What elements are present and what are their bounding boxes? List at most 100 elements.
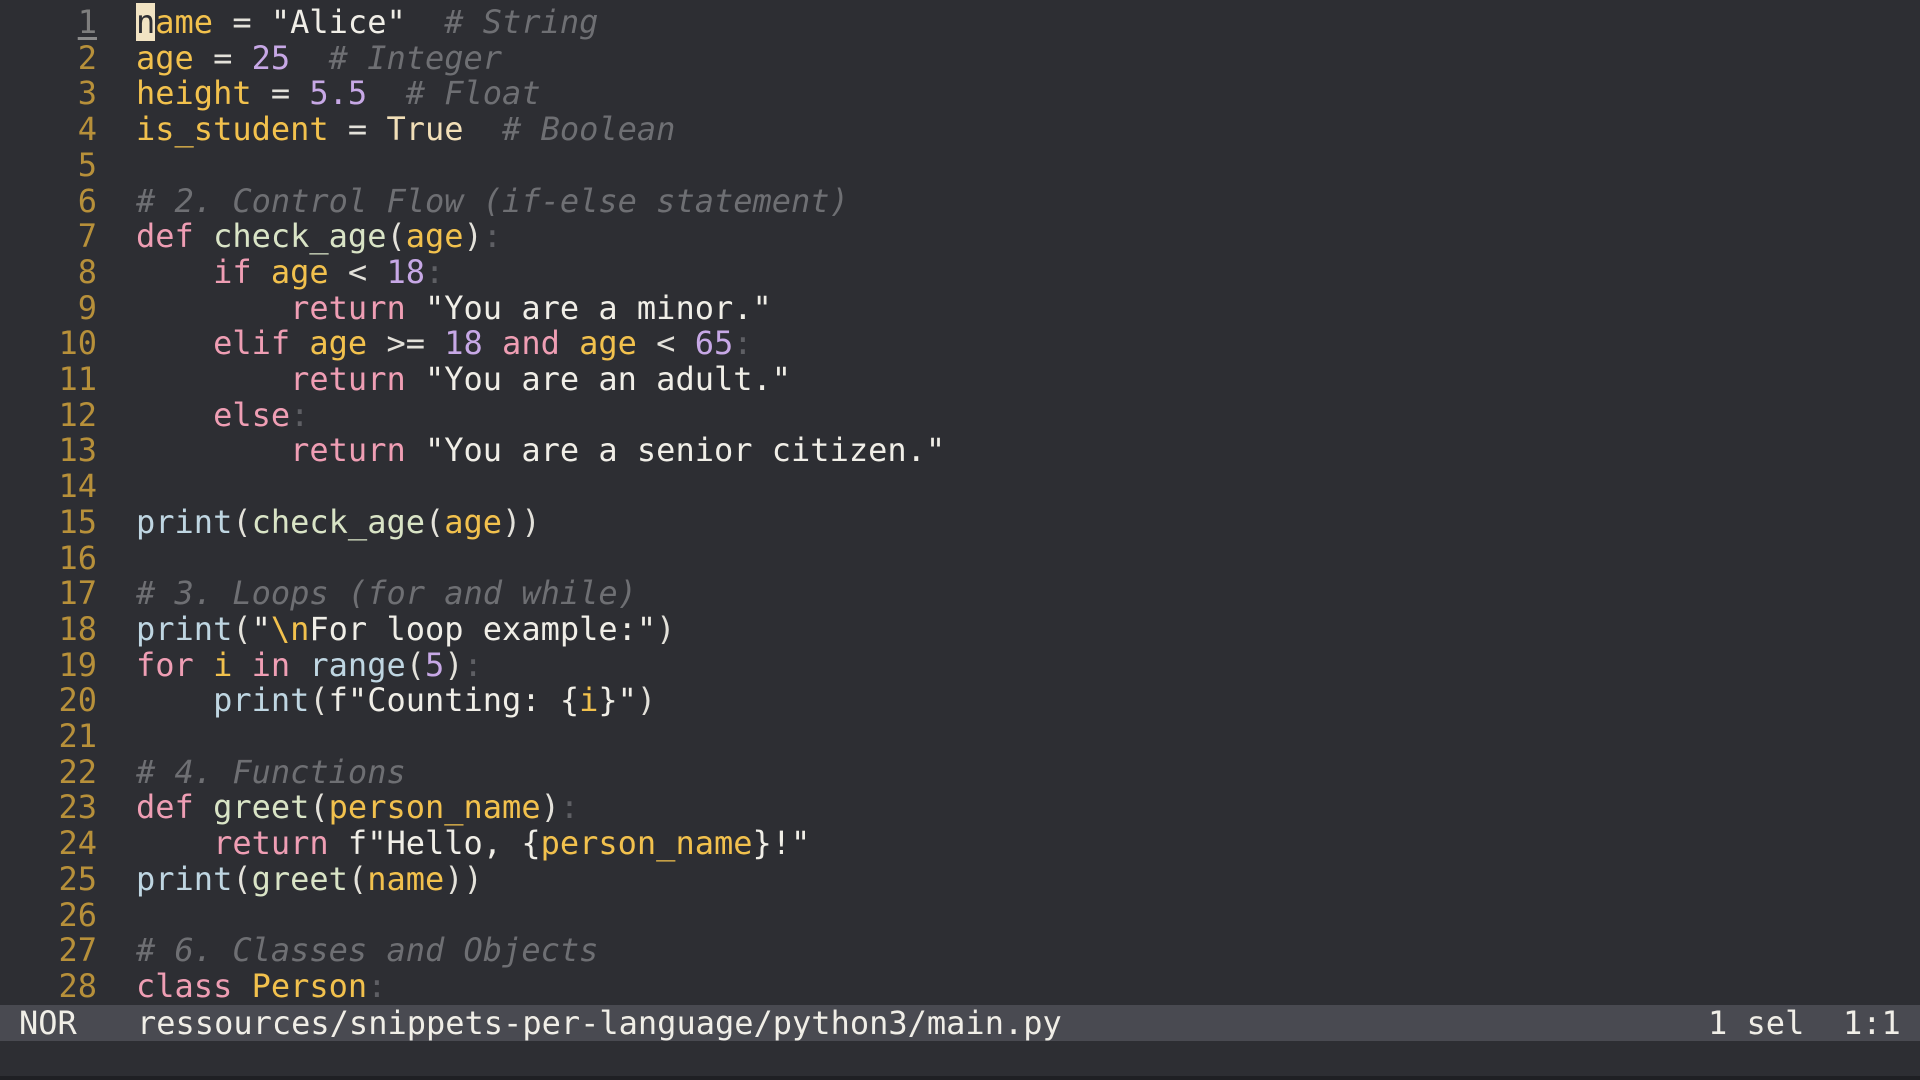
code-token: print — [136, 609, 233, 648]
code-token: = — [251, 74, 310, 113]
code-token: )) — [502, 502, 541, 541]
code-token: for — [136, 645, 194, 684]
code-token: 5 — [424, 645, 445, 684]
code-token: # String — [444, 3, 599, 41]
code-token: True — [386, 110, 464, 149]
code-token: def — [136, 788, 194, 827]
code-token: >= — [367, 324, 445, 363]
code-token: return — [290, 288, 406, 327]
code-token: ( — [347, 859, 368, 898]
code-token: ( — [309, 681, 329, 720]
window-bottom-border — [0, 1076, 1920, 1080]
code-token: age — [579, 324, 637, 363]
file-path: ressources/snippets-per-language/python3… — [137, 1004, 1062, 1042]
code-token: "Alice" — [270, 3, 406, 41]
code-text: if age < 18: — [136, 254, 444, 290]
code-token: }!" — [752, 824, 811, 863]
status-bar: NOR ressources/snippets-per-language/pyt… — [0, 1005, 1920, 1041]
code-text: return "You are a minor." — [136, 290, 772, 326]
line-number: 20 — [58, 681, 97, 720]
line-number: 17 — [58, 574, 97, 613]
code-text: return f"Hello, {person_name}!" — [136, 825, 810, 861]
code-token: name — [367, 859, 445, 898]
code-token: ( — [232, 502, 252, 541]
code-token: : — [463, 645, 483, 684]
line-number: 4 — [77, 110, 97, 149]
code-token: # 2. Control Flow (if-else statement) — [136, 181, 849, 220]
code-text: def check_age(age): — [136, 218, 502, 254]
code-token: }" — [598, 681, 637, 720]
code-token: : — [290, 395, 310, 434]
line-number: 23 — [58, 788, 97, 827]
code-token: For loop example:" — [309, 609, 657, 648]
line-number: 7 — [77, 217, 97, 256]
code-token: # 4. Functions — [136, 752, 406, 791]
code-token: ) — [656, 609, 676, 648]
line-number: 24 — [58, 824, 97, 863]
code-token: 25 — [251, 38, 291, 77]
command-line[interactable] — [0, 1041, 1920, 1076]
code-token: height — [136, 74, 252, 113]
code-text: print(f"Counting: {i}") — [136, 682, 656, 718]
code-token: ame — [155, 3, 214, 41]
code-text: print(greet(name)) — [136, 861, 483, 897]
code-token: print — [136, 502, 233, 541]
code-token: : — [559, 788, 580, 827]
code-token: f"Hello, { — [347, 824, 541, 863]
code-token: age — [405, 217, 464, 256]
code-token: "You are a minor." — [424, 288, 772, 327]
line-number: 9 — [77, 288, 97, 327]
code-token: age — [270, 252, 329, 291]
line-number: 2 — [77, 38, 97, 77]
code-token: ( — [309, 788, 329, 827]
code-text: def greet(person_name): — [136, 789, 579, 825]
line-number: 12 — [58, 395, 97, 434]
code-text: return "You are a senior citizen." — [136, 432, 945, 468]
line-number: 14 — [58, 467, 97, 506]
code-token: "You are a senior citizen." — [424, 431, 946, 470]
code-token: in — [251, 645, 291, 684]
line-number: 13 — [58, 431, 97, 470]
code-token: = — [193, 38, 252, 77]
line-number: 26 — [58, 895, 97, 934]
code-token: ( — [386, 217, 406, 256]
line-number: 1 — [77, 3, 97, 41]
code-token: = — [213, 3, 271, 41]
code-text: is_student = True # Boolean — [136, 111, 675, 147]
code-token: age — [444, 502, 503, 541]
code-text: class Person: — [136, 968, 386, 1004]
code-text: return "You are an adult." — [136, 361, 791, 397]
code-text: age = 25 # Integer — [136, 40, 502, 76]
line-number: 6 — [77, 181, 97, 220]
line-number: 18 — [58, 609, 97, 648]
code-text: # 3. Loops (for and while) — [136, 575, 637, 611]
code-token: return — [290, 360, 406, 398]
code-text: name = "Alice" # String — [136, 3, 599, 41]
code-token: ) — [636, 681, 657, 720]
code-token: ) — [463, 217, 483, 256]
cursor-position: 1:1 — [1843, 1004, 1901, 1042]
code-token: : — [733, 324, 753, 363]
code-token: 5.5 — [309, 74, 368, 113]
code-token: print — [213, 681, 310, 720]
code-token: # Integer — [328, 38, 503, 77]
code-token: def — [136, 217, 194, 256]
code-editor[interactable]: 1 name = "Alice" # String 2 age = 25 # Inte… — [0, 0, 1920, 1005]
code-token: : — [424, 252, 445, 291]
code-text: # 4. Functions — [136, 754, 406, 790]
